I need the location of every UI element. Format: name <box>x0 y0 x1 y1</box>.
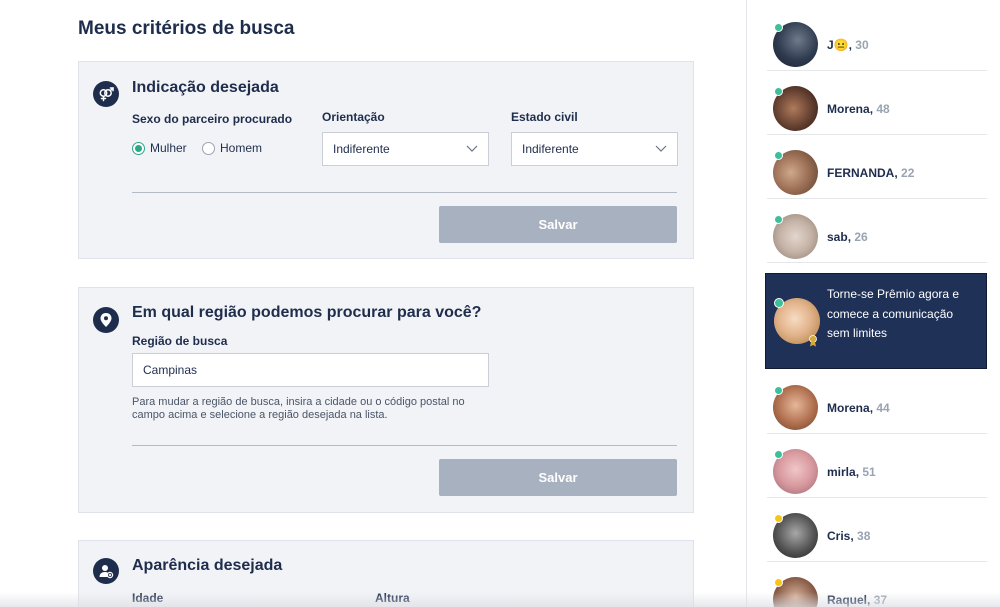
indicacao-card: Indicação desejada Sexo do parceiro proc… <box>78 61 694 259</box>
sexo-label: Sexo do parceiro procurado <box>132 112 293 126</box>
card-title: Indicação desejada <box>132 79 279 96</box>
orientacao-select[interactable]: Indiferente <box>322 132 489 166</box>
member-name: Raquel, 37 <box>827 593 888 607</box>
online-members-sidebar: J😐, 30 Morena, 48 FERNANDA, 22 sab, 26 T… <box>746 0 1000 607</box>
online-status-icon <box>774 386 783 395</box>
promo-text: Torne-se Prêmio agora e comece a comunic… <box>827 287 960 340</box>
orientacao-value: Indiferente <box>333 142 390 156</box>
member-item[interactable]: Cris, 38 <box>767 498 987 562</box>
member-name: mirla, 51 <box>827 465 876 479</box>
location-pin-icon <box>93 307 119 333</box>
orientacao-label: Orientação <box>322 110 385 124</box>
member-item[interactable]: FERNANDA, 22 <box>767 135 987 199</box>
regiao-label: Região de busca <box>132 334 228 348</box>
online-status-icon <box>774 298 784 308</box>
away-status-icon <box>774 514 783 523</box>
card-title: Aparência desejada <box>132 557 283 574</box>
radio-homem[interactable]: Homem <box>202 141 262 155</box>
chevron-down-icon <box>655 142 667 156</box>
card-title: Em qual região podemos procurar para voc… <box>132 304 482 321</box>
away-status-icon <box>774 578 783 587</box>
member-name: sab, 26 <box>827 230 868 244</box>
radio-dot-selected[interactable] <box>132 141 145 155</box>
member-item[interactable]: Morena, 44 <box>767 370 987 434</box>
main-content: Meus critérios de busca Indicação deseja… <box>0 0 746 607</box>
online-status-icon <box>774 215 783 224</box>
radio-dot[interactable] <box>202 141 215 155</box>
member-item[interactable]: mirla, 51 <box>767 434 987 498</box>
member-name: FERNANDA, 22 <box>827 166 915 180</box>
member-name: J😐, 30 <box>827 38 869 52</box>
radio-homem-label: Homem <box>220 141 263 155</box>
premium-promo[interactable]: Torne-se Prêmio agora e comece a comunic… <box>765 273 987 369</box>
aparencia-card: Aparência desejada Idade Altura <box>78 540 694 607</box>
regiao-card: Em qual região podemos procurar para voc… <box>78 287 694 513</box>
idade-label: Idade <box>132 591 164 605</box>
online-status-icon <box>774 23 783 32</box>
online-status-icon <box>774 450 783 459</box>
member-name: Cris, 38 <box>827 529 871 543</box>
page-title: Meus critérios de busca <box>78 18 295 39</box>
radio-mulher-label: Mulher <box>150 141 187 155</box>
online-status-icon <box>774 87 783 96</box>
estado-civil-label: Estado civil <box>511 110 578 124</box>
divider <box>132 192 677 193</box>
divider <box>132 445 677 446</box>
medal-icon <box>808 334 818 347</box>
member-name: Morena, 44 <box>827 401 890 415</box>
page: Meus critérios de busca Indicação deseja… <box>0 0 1000 607</box>
member-name: Morena, 48 <box>827 102 890 116</box>
member-item[interactable]: sab, 26 <box>767 199 987 263</box>
member-item[interactable]: Morena, 48 <box>767 71 987 135</box>
user-profile-icon <box>93 558 119 584</box>
altura-label: Altura <box>375 591 410 605</box>
save-button[interactable]: Salvar <box>439 459 677 496</box>
radio-mulher[interactable]: Mulher <box>132 141 187 155</box>
estado-civil-value: Indiferente <box>522 142 579 156</box>
regiao-input[interactable]: Campinas <box>132 353 489 387</box>
member-item[interactable]: J😐, 30 <box>767 7 987 71</box>
save-button[interactable]: Salvar <box>439 206 677 243</box>
estado-civil-select[interactable]: Indiferente <box>511 132 678 166</box>
online-status-icon <box>774 151 783 160</box>
regiao-hint: Para mudar a região de busca, insira a c… <box>132 396 465 421</box>
gender-symbols-icon <box>93 81 119 107</box>
chevron-down-icon <box>466 142 478 156</box>
member-item[interactable]: Raquel, 37 <box>767 562 987 607</box>
regiao-input-value: Campinas <box>143 363 198 377</box>
